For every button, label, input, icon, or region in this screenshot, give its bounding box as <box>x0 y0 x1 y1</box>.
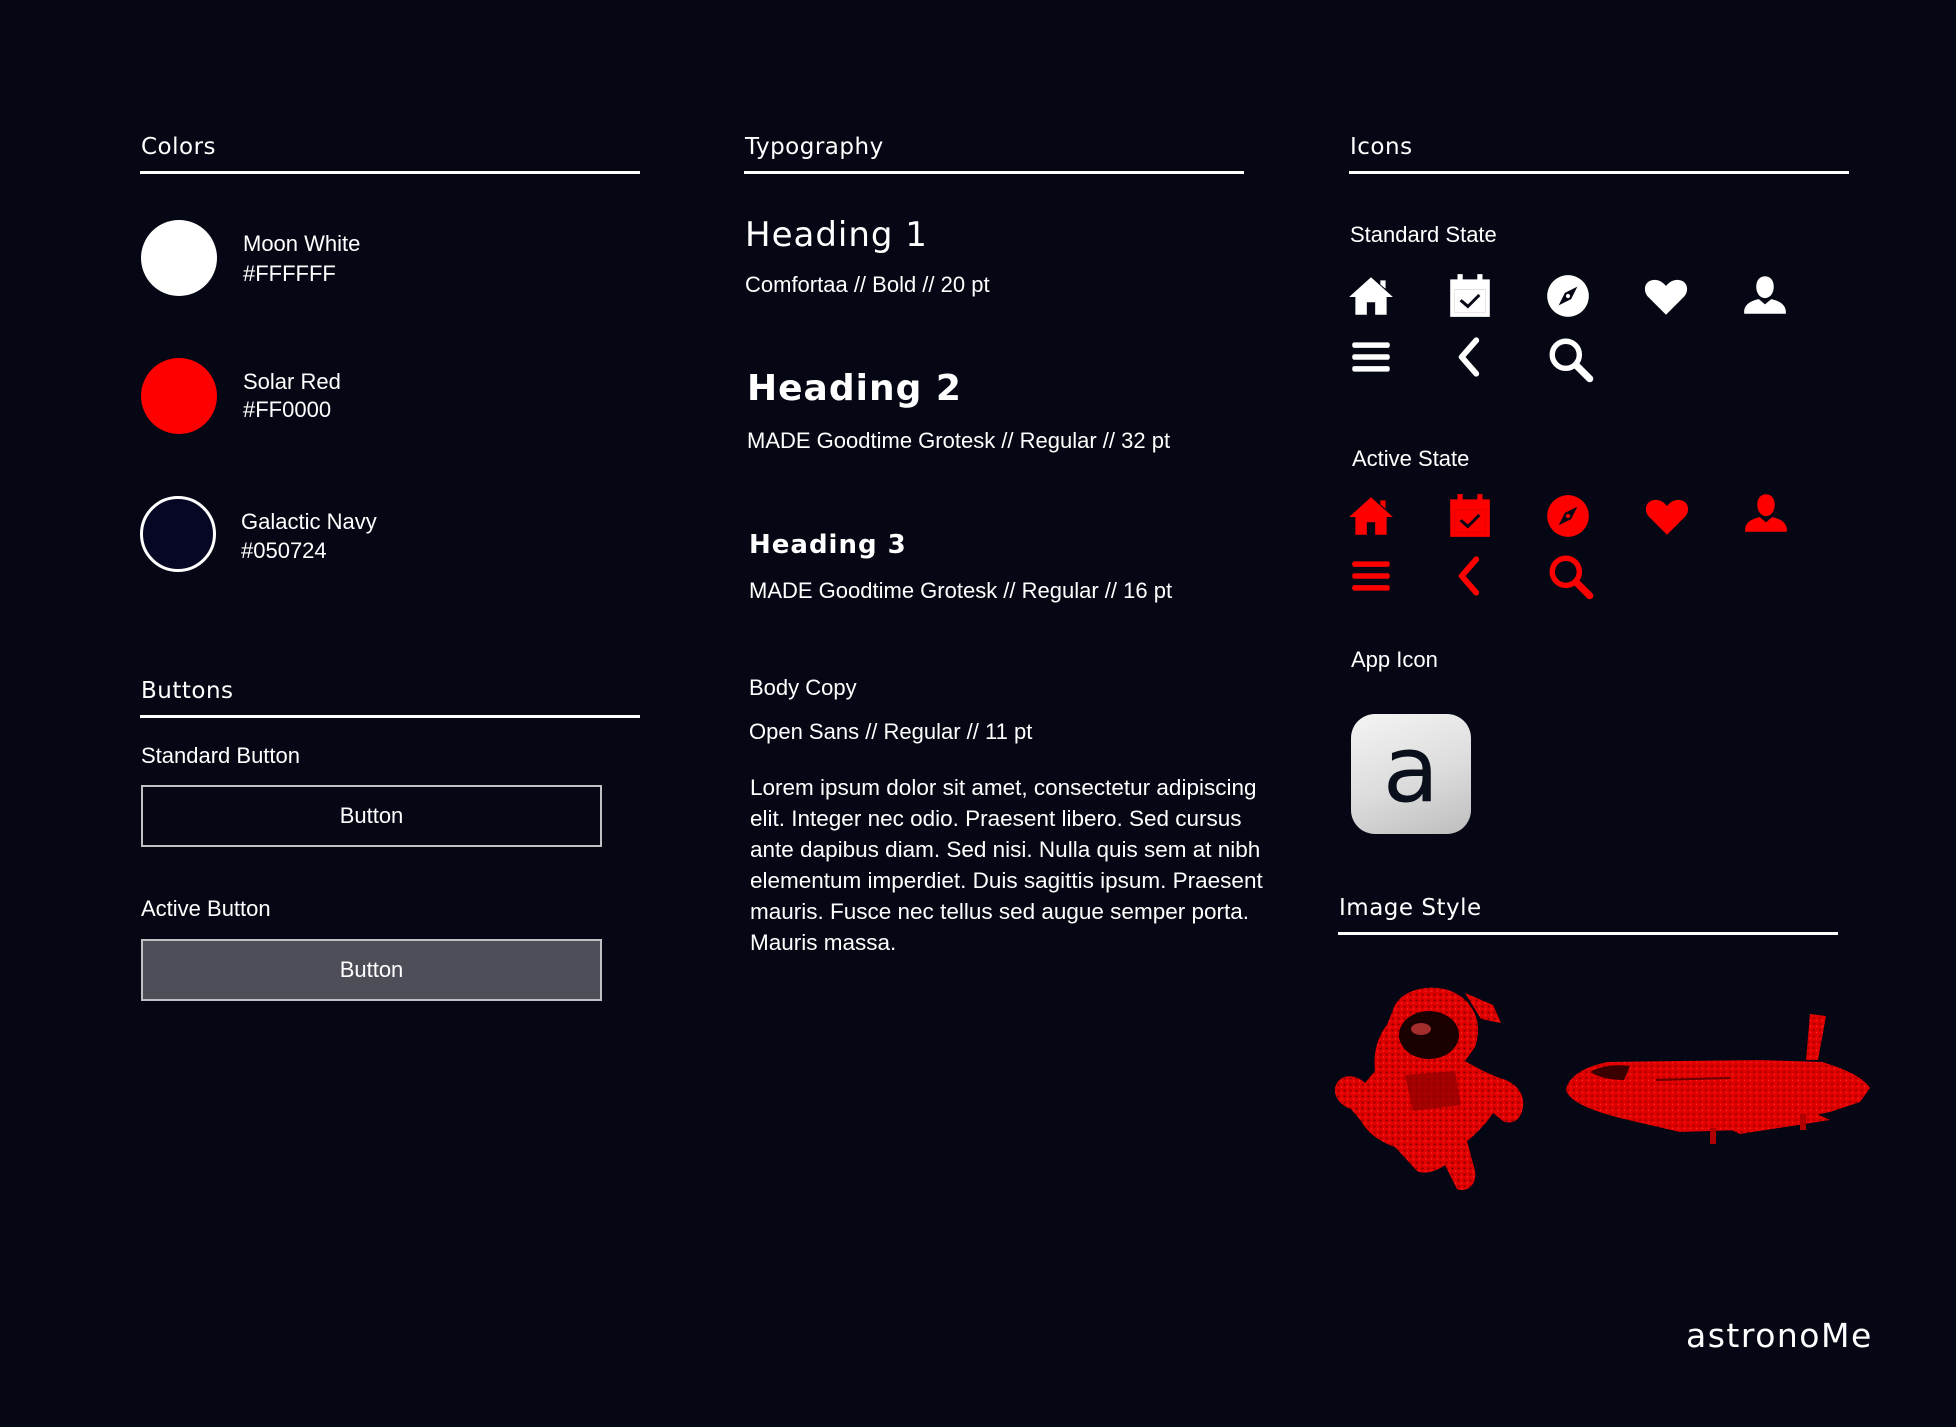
home-icon[interactable] <box>1344 489 1398 543</box>
icons-divider <box>1349 171 1849 174</box>
heading-2-sample: Heading 2 <box>747 368 962 409</box>
solar-red-hex: #FF0000 <box>243 397 332 422</box>
heading-1-spec: Comfortaa // Bold // 20 pt <box>745 272 990 297</box>
standard-state-label: Standard State <box>1350 222 1497 247</box>
compass-icon[interactable] <box>1541 269 1595 323</box>
home-icon[interactable] <box>1344 269 1398 323</box>
calendar-icon[interactable] <box>1443 269 1497 323</box>
back-icon[interactable] <box>1443 330 1497 384</box>
galactic-navy-swatch <box>140 496 216 572</box>
heading-2-spec: MADE Goodtime Grotesk // Regular // 32 p… <box>747 428 1171 453</box>
image-style-divider <box>1338 932 1838 935</box>
search-icon[interactable] <box>1544 333 1598 387</box>
astronaut-image <box>1325 975 1535 1195</box>
search-icon[interactable] <box>1544 550 1598 604</box>
standard-button-label: Standard Button <box>141 743 301 768</box>
solar-red-name: Solar Red <box>243 369 341 394</box>
standard-button[interactable]: Button <box>141 785 602 847</box>
active-state-label: Active State <box>1352 446 1470 471</box>
galactic-navy-hex: #050724 <box>241 538 327 563</box>
moon-white-swatch <box>141 220 217 296</box>
body-copy-label: Body Copy <box>749 675 857 700</box>
typography-divider <box>744 171 1244 174</box>
user-icon[interactable] <box>1739 487 1793 541</box>
app-icon[interactable]: a <box>1351 714 1471 834</box>
body-copy-spec: Open Sans // Regular // 11 pt <box>749 719 1033 744</box>
body-copy-sample: Lorem ipsum dolor sit amet, consectetur … <box>750 775 1263 955</box>
buttons-section-title: Buttons <box>141 678 234 704</box>
app-icon-label: App Icon <box>1351 647 1438 672</box>
space-shuttle-image <box>1560 1010 1875 1160</box>
calendar-icon[interactable] <box>1443 489 1497 543</box>
heart-icon[interactable] <box>1639 269 1693 323</box>
active-button-label: Active Button <box>141 896 271 921</box>
brand-wordmark: astronoMe <box>1686 1316 1873 1355</box>
buttons-divider <box>140 715 640 718</box>
menu-icon[interactable] <box>1344 549 1398 603</box>
solar-red-swatch <box>141 358 217 434</box>
icons-section-title: Icons <box>1350 134 1413 160</box>
active-button[interactable]: Button <box>141 939 602 1001</box>
app-icon-glyph: a <box>1382 716 1440 823</box>
heading-3-sample: Heading 3 <box>749 530 907 560</box>
galactic-navy-name: Galactic Navy <box>241 509 377 534</box>
moon-white-name: Moon White <box>243 231 361 256</box>
heart-icon[interactable] <box>1640 489 1694 543</box>
colors-divider <box>140 171 640 174</box>
colors-section-title: Colors <box>141 134 217 160</box>
back-icon[interactable] <box>1443 549 1497 603</box>
moon-white-hex: #FFFFFF <box>243 261 336 286</box>
heading-1-sample: Heading 1 <box>745 215 928 255</box>
menu-icon[interactable] <box>1344 330 1398 384</box>
heading-3-spec: MADE Goodtime Grotesk // Regular // 16 p… <box>749 578 1173 603</box>
image-style-section-title: Image Style <box>1339 895 1482 921</box>
compass-icon[interactable] <box>1541 489 1595 543</box>
typography-section-title: Typography <box>745 134 884 160</box>
user-icon[interactable] <box>1738 269 1792 323</box>
